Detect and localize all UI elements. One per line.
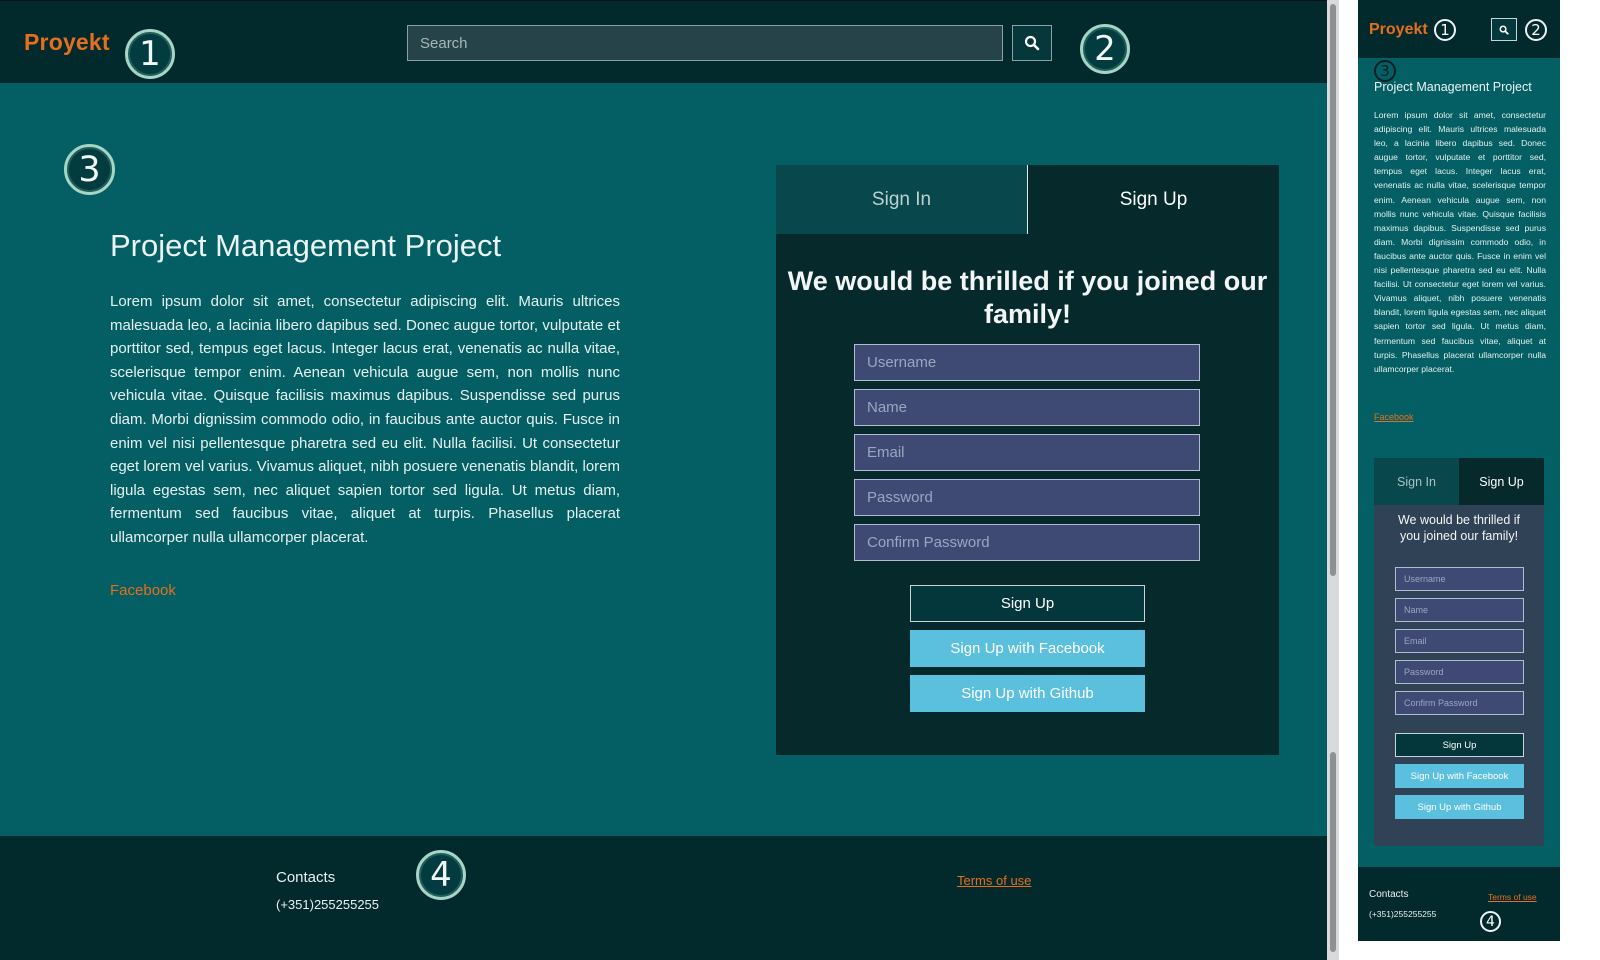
mobile-annotation-marker-1: 1	[1434, 19, 1456, 41]
mobile-tab-sign-in[interactable]: Sign In	[1374, 458, 1459, 505]
mobile-sign-up-github-button[interactable]: Sign Up with Github	[1395, 795, 1524, 819]
mobile-terms-link[interactable]: Terms of use	[1488, 892, 1537, 902]
mobile-page-title: Project Management Project	[1374, 80, 1532, 94]
sign-up-button[interactable]: Sign Up	[910, 585, 1145, 622]
mobile-signup-card: Sign In Sign Up We would be thrilled if …	[1374, 458, 1544, 846]
footer: Contacts (+351)255255255 4 Terms of use	[0, 836, 1327, 960]
terms-link[interactable]: Terms of use	[957, 873, 1031, 888]
scrollbar-thumb-lower[interactable]	[1330, 752, 1336, 952]
mobile-signup-heading: We would be thrilled if you joined our f…	[1397, 513, 1521, 543]
mobile-search-button[interactable]	[1491, 18, 1517, 41]
signup-heading: We would be thrilled if you joined our f…	[787, 266, 1268, 329]
header: Proyekt 1 2	[0, 0, 1327, 83]
tab-sign-in[interactable]: Sign In	[776, 165, 1028, 234]
mobile-username-field[interactable]	[1395, 567, 1524, 591]
contact-phone: (+351)255255255	[276, 897, 380, 912]
facebook-link[interactable]: Facebook	[110, 582, 176, 599]
mobile-contact-phone: (+351)255255255	[1369, 909, 1437, 919]
scrollbar[interactable]	[1327, 0, 1339, 960]
scrollbar-thumb[interactable]	[1330, 4, 1336, 576]
mobile-password-field[interactable]	[1395, 660, 1524, 684]
sign-up-facebook-button[interactable]: Sign Up with Facebook	[910, 630, 1145, 667]
logo[interactable]: Proyekt	[24, 29, 110, 56]
mobile-sign-up-button[interactable]: Sign Up	[1395, 733, 1524, 757]
sign-up-github-button[interactable]: Sign Up with Github	[910, 675, 1145, 712]
annotation-marker-2: 2	[1080, 24, 1130, 74]
annotation-marker-1: 1	[125, 29, 175, 79]
mobile-annotation-marker-2: 2	[1525, 19, 1547, 41]
mobile-confirm-password-field[interactable]	[1395, 691, 1524, 715]
mobile-name-field[interactable]	[1395, 598, 1524, 622]
annotation-marker-3: 3	[64, 144, 115, 195]
mobile-tab-sign-up[interactable]: Sign Up	[1459, 458, 1544, 505]
password-field[interactable]	[854, 479, 1200, 516]
mobile-contacts-label: Contacts	[1369, 889, 1409, 900]
search-icon	[1499, 25, 1509, 35]
name-field[interactable]	[854, 389, 1200, 426]
tab-sign-up[interactable]: Sign Up	[1028, 165, 1279, 234]
mobile-logo[interactable]: Proyekt	[1369, 21, 1428, 39]
annotation-marker-4: 4	[416, 850, 466, 900]
search-button[interactable]	[1012, 25, 1052, 61]
username-field[interactable]	[854, 344, 1200, 381]
contacts-label: Contacts	[276, 869, 336, 886]
signup-card: Sign In Sign Up We would be thrilled if …	[776, 165, 1279, 755]
email-field[interactable]	[854, 434, 1200, 471]
auth-tabs: Sign In Sign Up	[776, 165, 1279, 234]
mobile-annotation-marker-3: 3	[1374, 60, 1396, 82]
mobile-description-text: Lorem ipsum dolor sit amet, consectetur …	[1374, 110, 1546, 374]
search-icon	[1024, 35, 1040, 51]
mobile-header: Proyekt 1 2	[1358, 0, 1560, 58]
search-input[interactable]	[407, 25, 1003, 61]
page-title: Project Management Project	[110, 228, 502, 263]
confirm-password-field[interactable]	[854, 524, 1200, 561]
mobile-sign-up-facebook-button[interactable]: Sign Up with Facebook	[1395, 764, 1524, 788]
mobile-footer: Contacts (+351)255255255 Terms of use 4	[1358, 867, 1560, 941]
mobile-annotation-marker-4: 4	[1480, 911, 1501, 932]
desktop-view: Proyekt 1 2 3 Project Management Project…	[0, 0, 1327, 960]
mobile-email-field[interactable]	[1395, 629, 1524, 653]
mobile-facebook-link[interactable]: Facebook	[1374, 412, 1414, 422]
mobile-view: Proyekt 1 2 3 Project Management Project…	[1358, 0, 1560, 941]
description-text: Lorem ipsum dolor sit amet, consectetur …	[110, 293, 620, 546]
mobile-auth-tabs: Sign In Sign Up	[1374, 458, 1544, 505]
